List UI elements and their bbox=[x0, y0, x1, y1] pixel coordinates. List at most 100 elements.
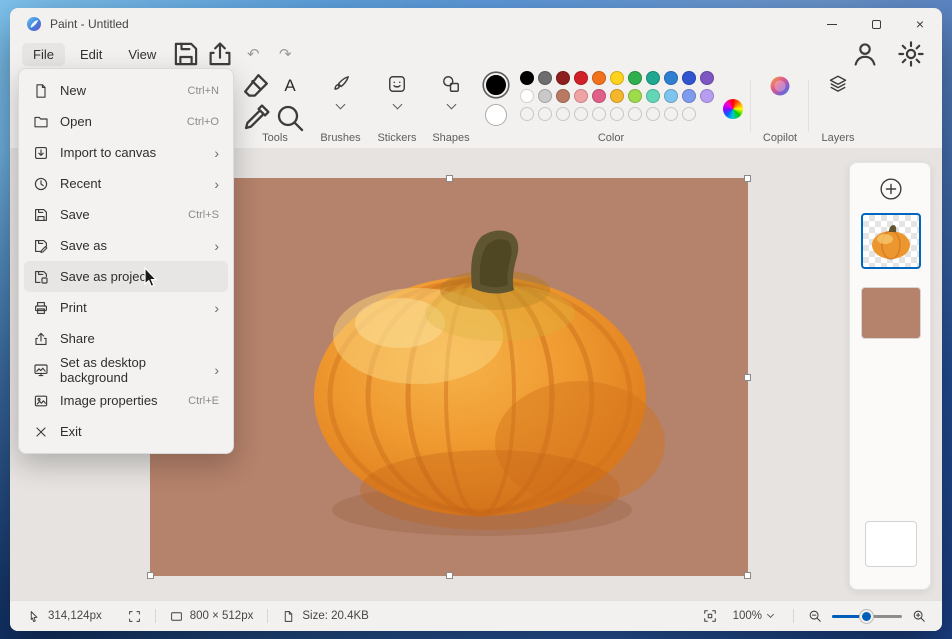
color-swatch[interactable] bbox=[700, 89, 714, 103]
undo-button[interactable]: ↶ bbox=[239, 41, 267, 67]
maximize-button[interactable] bbox=[854, 8, 898, 40]
quick-save-button[interactable] bbox=[171, 41, 201, 67]
file-menu-item-image-properties[interactable]: Image properties Ctrl+E bbox=[24, 385, 228, 416]
zoom-level-value: 100% bbox=[733, 610, 762, 622]
primary-color-swatch[interactable] bbox=[484, 73, 508, 97]
color-swatch[interactable] bbox=[520, 71, 534, 85]
resize-handle-bottom-center[interactable] bbox=[446, 572, 453, 579]
custom-color-slot[interactable] bbox=[520, 107, 534, 121]
magnifier-tool-button[interactable] bbox=[274, 103, 306, 133]
file-menu-item-new[interactable]: New Ctrl+N bbox=[24, 75, 228, 106]
color-swatch[interactable] bbox=[646, 71, 660, 85]
gear-icon bbox=[896, 39, 926, 69]
eraser-icon bbox=[240, 70, 272, 102]
color-swatch[interactable] bbox=[556, 89, 570, 103]
color-swatch[interactable] bbox=[628, 89, 642, 103]
custom-color-slot[interactable] bbox=[628, 107, 642, 121]
account-button[interactable] bbox=[850, 41, 880, 67]
canvas-surface[interactable] bbox=[150, 178, 748, 576]
color-swatch[interactable] bbox=[520, 89, 534, 103]
resize-handle-bottom-right[interactable] bbox=[744, 572, 751, 579]
settings-button[interactable] bbox=[896, 41, 926, 67]
color-swatch[interactable] bbox=[610, 89, 624, 103]
layers-button[interactable] bbox=[812, 74, 864, 94]
file-menu-item-save[interactable]: Save Ctrl+S bbox=[24, 199, 228, 230]
chevron-down-icon bbox=[392, 100, 402, 110]
file-menu-item-print[interactable]: Print › bbox=[24, 292, 228, 323]
custom-color-slot[interactable] bbox=[574, 107, 588, 121]
close-button[interactable]: × bbox=[898, 8, 942, 40]
minimize-button[interactable] bbox=[810, 8, 854, 40]
edit-colors-button[interactable] bbox=[723, 99, 743, 119]
eraser-tool-button[interactable] bbox=[240, 71, 272, 101]
file-menu-item-label: Recent bbox=[60, 176, 214, 191]
resize-handle-top-right[interactable] bbox=[744, 175, 751, 182]
file-menu-item-open[interactable]: Open Ctrl+O bbox=[24, 106, 228, 137]
file-menu-item-exit[interactable]: Exit bbox=[24, 416, 228, 447]
redo-button[interactable]: ↷ bbox=[271, 41, 299, 67]
view-menu-button[interactable]: View bbox=[117, 43, 167, 66]
zoom-in-button[interactable] bbox=[912, 609, 926, 623]
color-swatch[interactable] bbox=[574, 71, 588, 85]
color-swatch[interactable] bbox=[556, 71, 570, 85]
save-as-project-icon bbox=[33, 269, 49, 285]
file-menu-item-share[interactable]: Share bbox=[24, 323, 228, 354]
color-swatch[interactable] bbox=[574, 89, 588, 103]
file-menu-item-set-as-desktop-background[interactable]: Set as desktop background › bbox=[24, 354, 228, 385]
custom-color-slot[interactable] bbox=[556, 107, 570, 121]
secondary-color-swatch[interactable] bbox=[485, 104, 507, 126]
edit-menu-button[interactable]: Edit bbox=[69, 43, 113, 66]
tools-group: A Tools bbox=[232, 68, 318, 148]
color-swatch[interactable] bbox=[664, 89, 678, 103]
file-size-icon bbox=[282, 610, 295, 623]
layer-thumbnail-background[interactable] bbox=[861, 287, 921, 339]
custom-color-slot[interactable] bbox=[592, 107, 606, 121]
stickers-button[interactable] bbox=[368, 74, 426, 108]
eyedropper-icon bbox=[240, 102, 272, 134]
copilot-button[interactable] bbox=[754, 74, 806, 98]
zoom-slider[interactable] bbox=[832, 609, 902, 623]
color-swatch[interactable] bbox=[538, 89, 552, 103]
shapes-label: Shapes bbox=[426, 132, 476, 144]
color-swatch[interactable] bbox=[592, 89, 606, 103]
color-swatch[interactable] bbox=[682, 89, 696, 103]
color-swatch[interactable] bbox=[610, 71, 624, 85]
resize-handle-top-center[interactable] bbox=[446, 175, 453, 182]
brushes-group: Brushes bbox=[313, 68, 368, 148]
zoom-slider-thumb[interactable] bbox=[860, 610, 873, 623]
file-menu-item-import-to-canvas[interactable]: Import to canvas › bbox=[24, 137, 228, 168]
color-swatch[interactable] bbox=[664, 71, 678, 85]
color-swatch[interactable] bbox=[628, 71, 642, 85]
custom-color-slot[interactable] bbox=[538, 107, 552, 121]
brushes-button[interactable] bbox=[313, 74, 368, 108]
file-menu-item-save-as-project[interactable]: Save as project bbox=[24, 261, 228, 292]
custom-color-slot[interactable] bbox=[610, 107, 624, 121]
zoom-out-button[interactable] bbox=[808, 609, 822, 623]
file-menu-item-save-as[interactable]: Save as › bbox=[24, 230, 228, 261]
add-layer-button[interactable] bbox=[879, 177, 903, 201]
canvas[interactable] bbox=[150, 178, 748, 576]
save-as-icon bbox=[33, 238, 49, 254]
zoom-level-dropdown[interactable]: 100% bbox=[727, 606, 779, 626]
color-swatch[interactable] bbox=[682, 71, 696, 85]
file-menu-button[interactable]: File bbox=[22, 43, 65, 66]
resize-handle-bottom-left[interactable] bbox=[147, 572, 154, 579]
eyedropper-tool-button[interactable] bbox=[240, 103, 272, 133]
color-swatch[interactable] bbox=[538, 71, 552, 85]
color-swatch[interactable] bbox=[646, 89, 660, 103]
shortcut-label: Ctrl+O bbox=[187, 116, 219, 128]
custom-color-slot[interactable] bbox=[646, 107, 660, 121]
file-menu-item-recent[interactable]: Recent › bbox=[24, 168, 228, 199]
color-swatch[interactable] bbox=[592, 71, 606, 85]
shapes-button[interactable] bbox=[426, 74, 476, 108]
quick-share-button[interactable] bbox=[205, 41, 235, 67]
color-swatch[interactable] bbox=[700, 71, 714, 85]
layer-thumbnail-pumpkin[interactable] bbox=[861, 213, 921, 269]
custom-color-slot[interactable] bbox=[682, 107, 696, 121]
text-tool-button[interactable]: A bbox=[274, 71, 306, 101]
fit-to-screen-button[interactable] bbox=[703, 609, 717, 623]
paint-app-icon bbox=[26, 16, 42, 32]
canvas-background-thumbnail[interactable] bbox=[865, 521, 917, 567]
custom-color-slot[interactable] bbox=[664, 107, 678, 121]
resize-handle-mid-right[interactable] bbox=[744, 374, 751, 381]
